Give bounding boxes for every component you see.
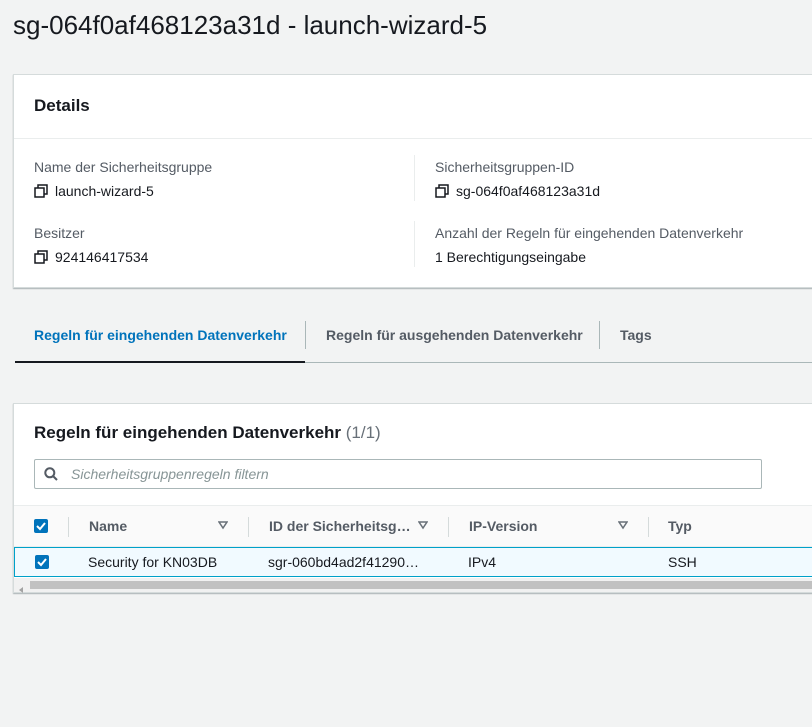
details-heading: Details <box>14 75 812 139</box>
scroll-left-arrow-icon[interactable] <box>17 581 25 599</box>
table-row[interactable]: Security for KN03DB sgr-060bd4ad2f41290…… <box>14 547 812 577</box>
inbound-count-field: Anzahl der Regeln für eingehenden Datenv… <box>435 225 743 265</box>
sort-icon[interactable] <box>617 517 629 535</box>
search-icon <box>44 467 58 486</box>
scrollbar-thumb[interactable] <box>30 581 812 589</box>
column-header-rule-id[interactable]: ID der Sicherheitsg… <box>269 518 411 534</box>
group-id-field: Sicherheitsgruppen-ID sg-064f0af468123a3… <box>435 159 600 199</box>
tab-bar: Regeln für eingehenden Datenverkehr Rege… <box>15 318 812 363</box>
column-header-ip-version[interactable]: IP-Version <box>469 518 537 534</box>
group-name-field: Name der Sicherheitsgruppe launch-wizard… <box>34 159 212 199</box>
cell-rule-id: sgr-060bd4ad2f41290… <box>268 554 420 570</box>
group-name-value: launch-wizard-5 <box>55 183 154 199</box>
tab-tags[interactable]: Tags <box>620 318 652 363</box>
group-id-label: Sicherheitsgruppen-ID <box>435 159 575 175</box>
cell-name: Security for KN03DB <box>88 554 218 570</box>
sort-icon[interactable] <box>417 517 429 535</box>
rules-heading: Regeln für eingehenden Datenverkehr (1/1… <box>34 423 381 443</box>
tab-inbound-rules[interactable]: Regeln für eingehenden Datenverkehr <box>15 318 305 363</box>
tab-divider <box>599 321 600 349</box>
cell-type: SSH <box>668 554 697 570</box>
column-header-type[interactable]: Typ <box>668 518 692 534</box>
inbound-rules-panel: Regeln für eingehenden Datenverkehr (1/1… <box>13 403 812 593</box>
inbound-count-label: Anzahl der Regeln für eingehenden Datenv… <box>435 225 744 241</box>
sort-icon[interactable] <box>217 517 229 535</box>
rules-count: (1/1) <box>345 423 381 442</box>
row-checkbox[interactable] <box>35 555 49 569</box>
column-divider <box>448 517 449 537</box>
column-divider <box>414 155 415 201</box>
column-divider <box>648 517 649 537</box>
copy-icon[interactable] <box>435 184 449 198</box>
column-divider <box>414 221 415 267</box>
search-input[interactable] <box>69 465 761 483</box>
details-panel: Details Name der Sicherheitsgruppe launc… <box>13 74 812 288</box>
rules-filter[interactable] <box>34 459 762 489</box>
inbound-count-value: 1 Berechtigungseingabe <box>435 249 587 265</box>
owner-field: Besitzer 924146417534 <box>34 225 148 265</box>
rules-title: Regeln für eingehenden Datenverkehr <box>34 423 342 442</box>
tab-outbound-rules[interactable]: Regeln für ausgehenden Datenverkehr <box>326 318 583 363</box>
copy-icon[interactable] <box>34 250 48 264</box>
group-name-label: Name der Sicherheitsgruppe <box>34 159 213 175</box>
owner-value: 924146417534 <box>55 249 149 265</box>
table-header: Name ID der Sicherheitsg… IP-Version Typ <box>14 505 812 547</box>
cell-ip-version: IPv4 <box>468 554 497 570</box>
group-id-value: sg-064f0af468123a31d <box>456 183 601 199</box>
horizontal-scrollbar[interactable] <box>14 578 812 593</box>
page-title: sg-064f0af468123a31d - launch-wizard-5 <box>13 10 488 40</box>
copy-icon[interactable] <box>34 184 48 198</box>
column-divider <box>248 517 249 537</box>
tab-divider <box>305 321 306 349</box>
owner-label: Besitzer <box>34 225 85 241</box>
select-all-checkbox[interactable] <box>34 519 48 533</box>
column-header-name[interactable]: Name <box>89 518 127 534</box>
column-divider <box>68 517 69 537</box>
